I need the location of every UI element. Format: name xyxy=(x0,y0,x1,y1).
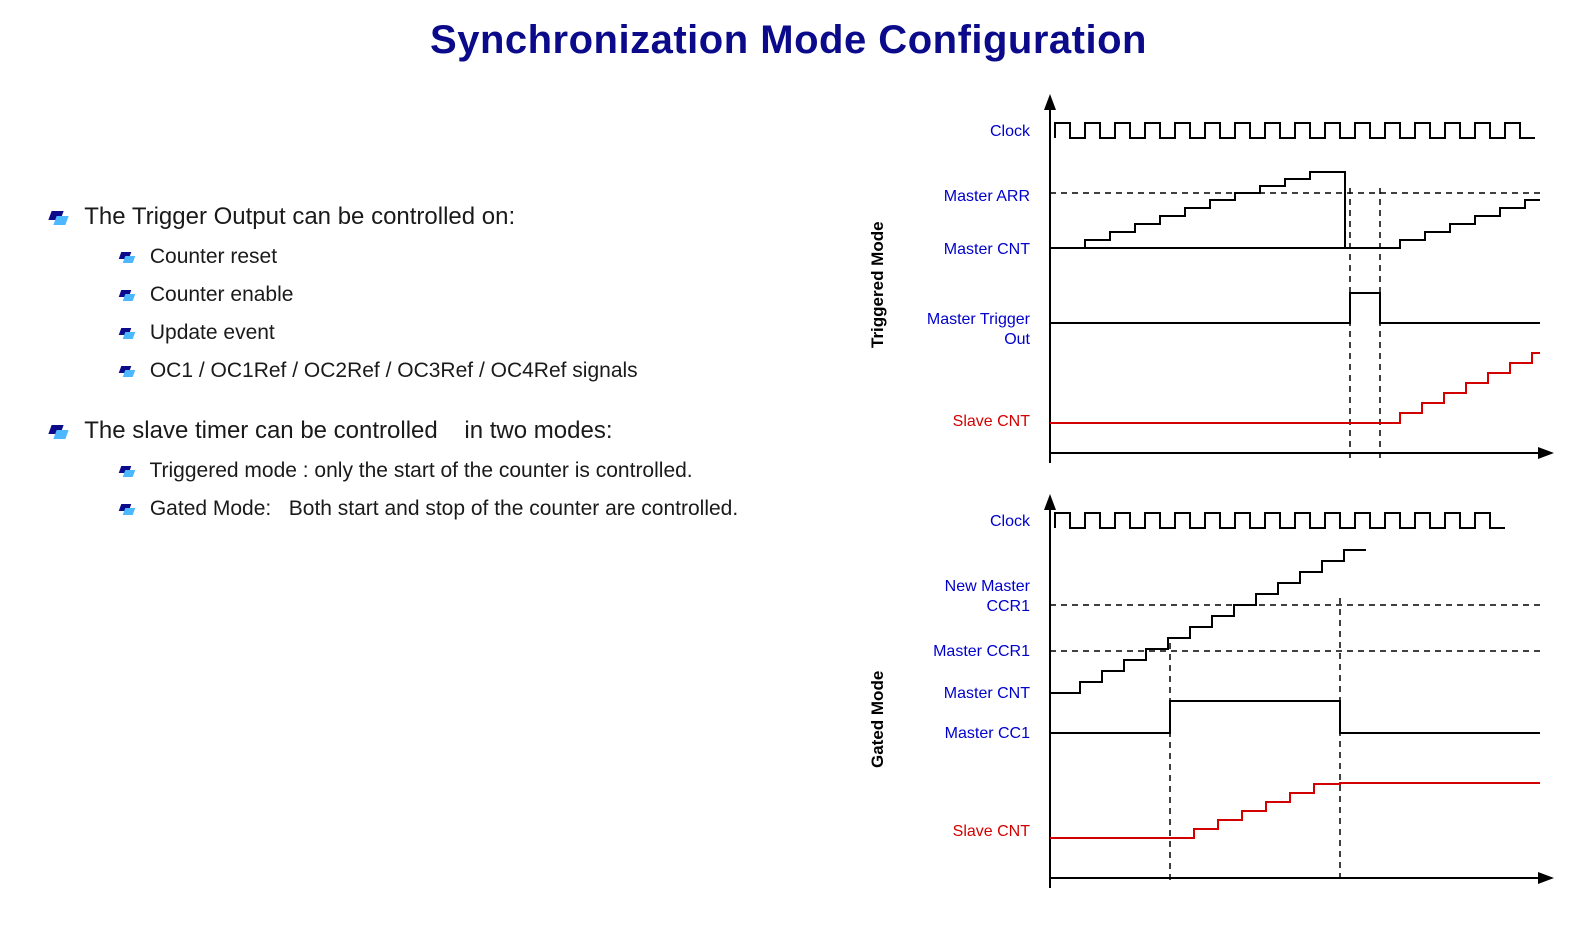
list-item-text: Gated Mode: Both start and stop of the c… xyxy=(150,497,738,520)
bullet-icon xyxy=(120,504,134,515)
bullet-icon xyxy=(120,252,134,263)
section-1-list: Counter reset Counter enable Update even… xyxy=(50,245,850,383)
section-2-heading: The slave timer can be controlled in two… xyxy=(50,417,850,445)
list-item: Counter enable xyxy=(120,283,850,307)
list-item-text: OC1 / OC1Ref / OC2Ref / OC3Ref / OC4Ref … xyxy=(150,359,638,382)
list-item: Counter reset xyxy=(120,245,850,269)
triggered-mode-svg xyxy=(1040,93,1560,473)
list-item: OC1 / OC1Ref / OC2Ref / OC3Ref / OC4Ref … xyxy=(120,359,850,383)
list-item-text: Counter reset xyxy=(150,245,277,268)
master-trigger-out-label-l2: Out xyxy=(890,331,1030,349)
list-item-text: Counter enable xyxy=(150,283,294,306)
page-title: Synchronization Mode Configuration xyxy=(0,0,1577,93)
list-item: Gated Mode: Both start and stop of the c… xyxy=(120,497,820,521)
clock-label: Clock xyxy=(890,513,1030,531)
bullet-icon xyxy=(120,290,134,301)
section-1-heading-text: The Trigger Output can be controlled on: xyxy=(84,203,515,230)
section-1-heading: The Trigger Output can be controlled on: xyxy=(50,203,850,231)
bullet-icon xyxy=(120,466,134,477)
gated-mode-svg xyxy=(1040,493,1560,913)
master-cc1-label: Master CC1 xyxy=(890,725,1030,743)
list-item-text: Triggered mode : only the start of the c… xyxy=(149,459,692,482)
master-ccr1-label: Master CCR1 xyxy=(890,643,1030,661)
triggered-mode-diagram: Triggered Mode Clock Master ARR Master C… xyxy=(850,93,1557,473)
bullet-icon xyxy=(120,328,134,339)
section-2-heading-text: The slave timer can be controlled in two… xyxy=(84,417,612,444)
list-item-text: Update event xyxy=(150,321,275,344)
master-trigger-out-label-l1: Master Trigger xyxy=(890,311,1030,329)
content-area: The Trigger Output can be controlled on:… xyxy=(0,93,1577,933)
section-2-list: Triggered mode : only the start of the c… xyxy=(50,459,850,521)
list-item: Update event xyxy=(120,321,850,345)
slave-cnt-label: Slave CNT xyxy=(890,413,1030,431)
new-master-ccr1-label-l1: New Master xyxy=(890,578,1030,596)
master-cnt-label: Master CNT xyxy=(890,685,1030,703)
gated-mode-vlabel: Gated Mode xyxy=(868,671,888,768)
master-cnt-label: Master CNT xyxy=(890,241,1030,259)
list-item: Triggered mode : only the start of the c… xyxy=(120,459,820,483)
master-arr-label: Master ARR xyxy=(890,188,1030,206)
bullet-icon xyxy=(120,366,134,377)
new-master-ccr1-label-l2: CCR1 xyxy=(890,598,1030,616)
bullet-icon xyxy=(50,211,68,225)
bullet-icon xyxy=(50,425,68,439)
left-column: The Trigger Output can be controlled on:… xyxy=(20,93,850,933)
clock-label: Clock xyxy=(890,123,1030,141)
right-column: Triggered Mode Clock Master ARR Master C… xyxy=(850,93,1557,933)
triggered-mode-vlabel: Triggered Mode xyxy=(868,221,888,348)
slave-cnt-label: Slave CNT xyxy=(890,823,1030,841)
gated-mode-diagram: Gated Mode Clock New Master CCR1 Master … xyxy=(850,493,1557,913)
